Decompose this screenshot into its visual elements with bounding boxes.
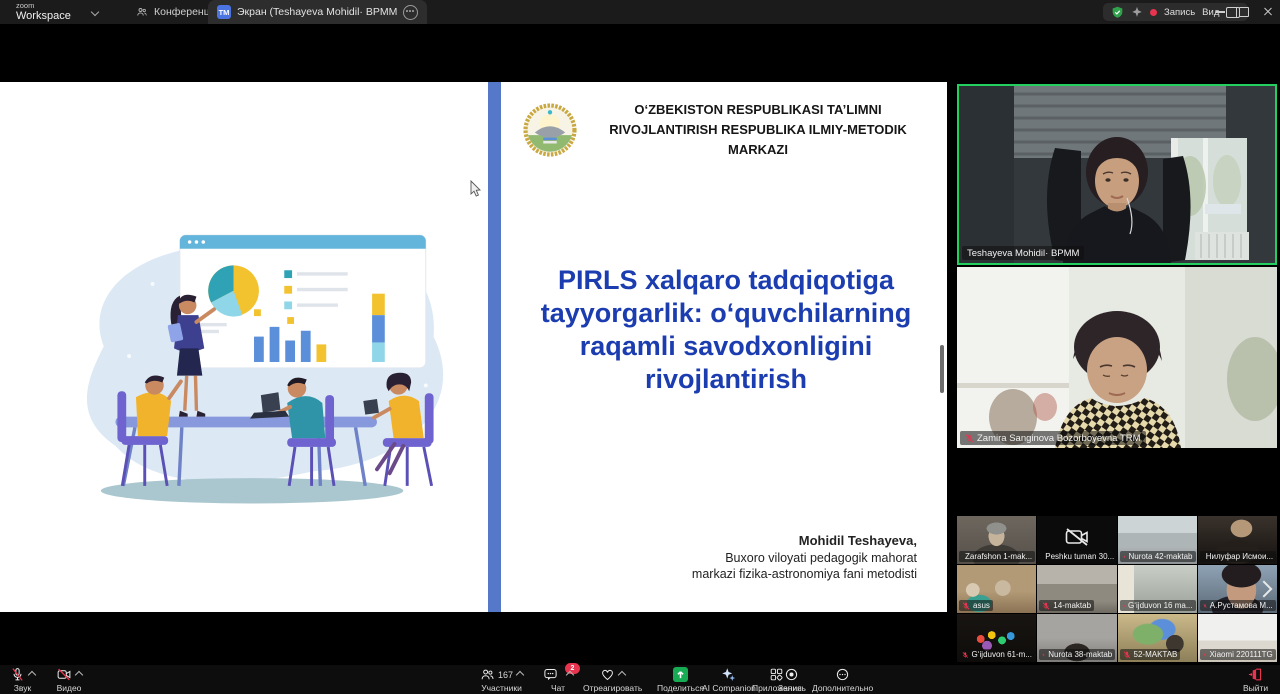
video-tile[interactable]: asus — [957, 565, 1036, 613]
video-tile[interactable]: G‘ijduvon 16 ma... — [1118, 565, 1197, 613]
zoom-workspace-logo: zoom Workspace — [16, 2, 71, 22]
recording-status-label: Запись — [1164, 7, 1195, 18]
audio-options-chevron[interactable] — [28, 670, 36, 678]
minimize-button[interactable] — [1208, 0, 1232, 24]
video-tile[interactable]: Xiaomi 220111TG — [1198, 614, 1277, 662]
meeting-toolbar: Звук Видео 167 — [0, 665, 1280, 694]
panel-resize-handle[interactable] — [940, 345, 944, 393]
slide-author-block: Mohidil Teshayeva, Buxoro viloyati pedag… — [692, 532, 917, 583]
video-tile[interactable]: 52-MAKTAB — [1118, 614, 1197, 662]
zoom-meeting-window: zoom Workspace Конференция TM Экран (Tes… — [0, 0, 1280, 694]
shared-screen-slide: O‘ZBEKISTON RESPUBLIKASI TA’LIMNI RIVOJL… — [0, 82, 947, 612]
muted-mic-icon — [1042, 651, 1045, 659]
meeting-illustration — [35, 200, 475, 522]
security-shield-icon[interactable] — [1111, 6, 1124, 19]
video-button[interactable]: Видео — [56, 667, 82, 693]
video-tile[interactable]: Nurota 38-maktab — [1037, 614, 1116, 662]
webcam-feed — [957, 267, 1277, 448]
maximize-button[interactable] — [1232, 0, 1256, 24]
workspace-dropdown-icon[interactable] — [91, 8, 99, 16]
screen-tab-label: Экран (Teshayeva Mohidil· BPMM — [237, 6, 397, 18]
organization-header: O‘ZBEKISTON RESPUBLIKASI TA’LIMNI RIVOJL… — [589, 100, 927, 160]
more-button[interactable]: Дополнительно — [812, 667, 873, 693]
participants-icon — [480, 667, 495, 682]
chat-icon — [543, 667, 558, 682]
muted-mic-icon — [1123, 651, 1131, 659]
share-button[interactable]: Поделиться — [657, 667, 704, 693]
video-tile-active-speaker[interactable]: Teshayeva Mohidil· BPMM — [957, 84, 1277, 265]
recording-dot-icon — [1150, 9, 1157, 16]
slide-divider-stripe — [488, 82, 501, 612]
close-button[interactable] — [1256, 0, 1280, 24]
slide-title: PIRLS xalqaro tadqiqotiga tayyorgarlik: … — [511, 264, 941, 396]
people-icon — [136, 6, 148, 18]
muted-mic-icon — [965, 434, 974, 443]
participant-name-badge: Zamira Sanginova Bozorboyevna TRM — [960, 431, 1146, 445]
muted-mic-icon — [1203, 602, 1207, 610]
record-button[interactable]: Запись — [778, 667, 806, 693]
avatar: TM — [217, 5, 231, 19]
video-tile[interactable]: Zamira Sanginova Bozorboyevna TRM — [957, 267, 1277, 448]
window-controls — [1208, 0, 1280, 24]
leave-button[interactable]: Выйти — [1243, 667, 1268, 693]
participants-options-chevron[interactable] — [516, 670, 524, 678]
ai-sparkle-icon[interactable] — [1131, 6, 1143, 18]
chat-button[interactable]: 2 Чат — [543, 667, 573, 693]
camera-muted-icon — [56, 667, 72, 682]
author-name: Mohidil Teshayeva, — [692, 532, 917, 550]
participants-grid: Zarafshon 1-mak... Peshku tuman 30... Nu… — [957, 516, 1277, 662]
webcam-feed — [959, 86, 1275, 263]
author-role-line2: markazi fizika-astronomiya fani metodist… — [692, 566, 917, 583]
camera-off-icon — [1065, 528, 1089, 546]
uzbekistan-emblem — [523, 103, 577, 157]
leave-door-icon — [1248, 667, 1263, 682]
muted-mic-icon — [962, 602, 970, 610]
muted-mic-icon — [1203, 651, 1207, 659]
tab-screen-share[interactable]: TM Экран (Teshayeva Mohidil· BPMM — [208, 0, 427, 24]
tab-options-icon[interactable] — [403, 5, 418, 20]
more-ellipsis-icon — [835, 667, 850, 682]
video-tile[interactable]: 14-maktab — [1037, 565, 1116, 613]
participant-name-badge: Teshayeva Mohidil· BPMM — [962, 246, 1084, 260]
heart-icon — [600, 667, 615, 682]
react-options-chevron[interactable] — [618, 670, 626, 678]
slide-text-panel: O‘ZBEKISTON RESPUBLIKASI TA’LIMNI RIVOJL… — [505, 82, 947, 612]
video-tile[interactable]: G‘ijduvon 61-m... — [957, 614, 1036, 662]
video-tile[interactable]: Нилуфар Исмои... — [1198, 516, 1277, 564]
video-options-chevron[interactable] — [75, 670, 83, 678]
audio-button[interactable]: Звук — [10, 667, 35, 693]
react-button[interactable]: Отреагировать — [583, 667, 642, 693]
participants-button[interactable]: 167 Участники — [480, 667, 523, 693]
video-tile[interactable]: Nurota 42-maktab — [1118, 516, 1197, 564]
video-tile[interactable]: Zarafshon 1-mak... — [957, 516, 1036, 564]
ai-companion-button[interactable]: AI Companion — [702, 667, 756, 693]
author-role-line1: Buxoro viloyati pedagogik mahorat — [692, 550, 917, 567]
ai-companion-icon — [721, 667, 736, 682]
participants-count: 167 — [498, 670, 513, 680]
muted-mic-icon — [1042, 602, 1050, 610]
record-icon — [784, 667, 799, 682]
window-titlebar: zoom Workspace Конференция TM Экран (Tes… — [0, 0, 1280, 24]
mouse-cursor — [470, 180, 481, 197]
mic-muted-icon — [10, 667, 25, 682]
video-tile[interactable]: Peshku tuman 30... — [1037, 516, 1116, 564]
muted-mic-icon — [962, 651, 969, 659]
share-screen-icon — [673, 667, 688, 682]
muted-mic-icon — [1123, 602, 1126, 610]
muted-mic-icon — [1123, 553, 1126, 561]
